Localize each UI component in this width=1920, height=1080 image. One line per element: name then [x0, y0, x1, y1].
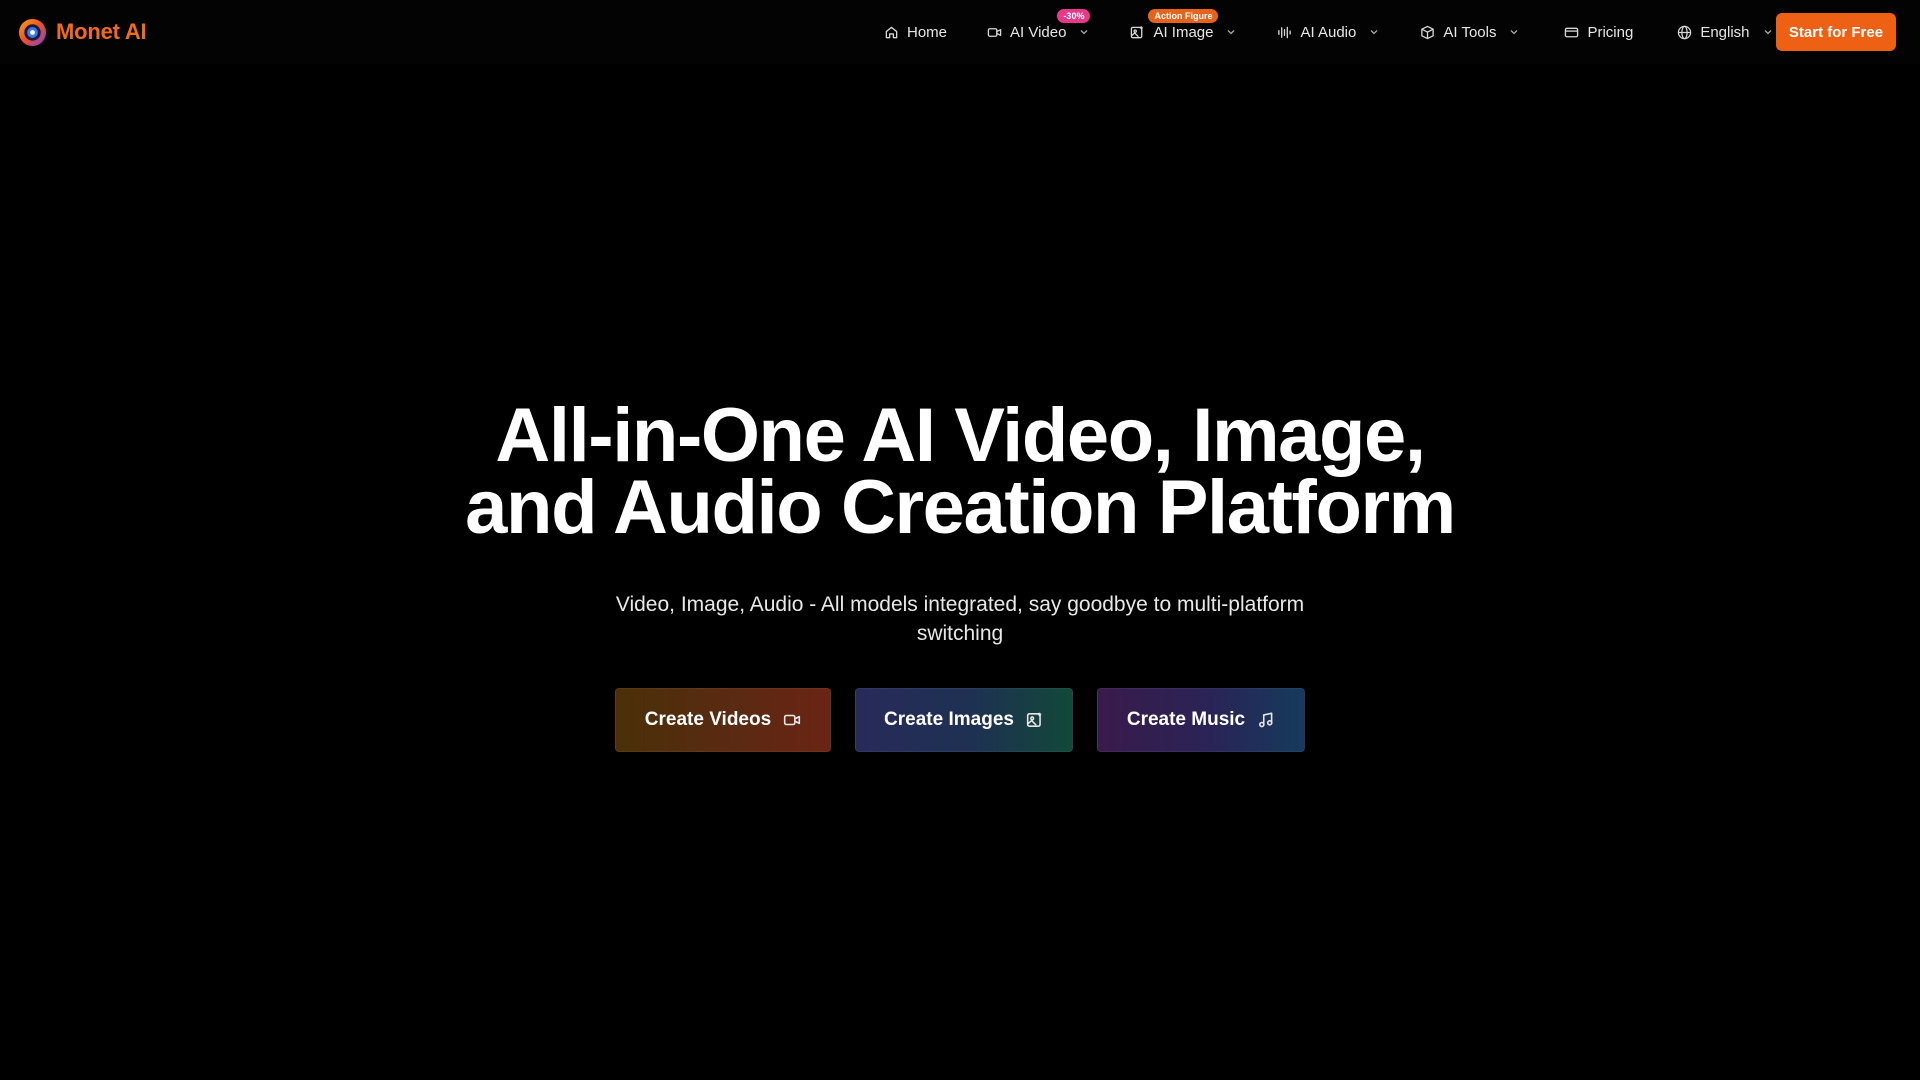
nav-ai-audio-label: AI Audio: [1300, 23, 1357, 41]
image-edit-icon: [1026, 711, 1044, 729]
top-navigation-bar: Monet AI Home -30% AI Video Action Figur…: [0, 0, 1920, 64]
create-videos-label: Create Videos: [644, 709, 772, 730]
nav-ai-image[interactable]: Action Figure AI Image: [1126, 9, 1241, 50]
cube-icon: [1420, 25, 1435, 40]
chevron-down-icon: [1368, 26, 1380, 38]
brand-name: Monet AI: [56, 19, 147, 44]
chevron-down-icon: [1225, 26, 1237, 38]
nav-home[interactable]: Home: [880, 14, 951, 50]
image-edit-icon: [1130, 25, 1145, 40]
nav-ai-audio[interactable]: AI Audio: [1273, 14, 1384, 50]
start-for-free-button[interactable]: Start for Free: [1776, 13, 1896, 51]
hero-title-line-2: and Audio Creation Platform: [465, 465, 1456, 550]
nav-ai-video[interactable]: -30% AI Video: [983, 9, 1094, 50]
nav-ai-tools-label: AI Tools: [1443, 23, 1497, 41]
create-images-label: Create Images: [884, 709, 1014, 730]
language-label: English: [1700, 23, 1750, 41]
nav-pricing[interactable]: Pricing: [1560, 14, 1637, 50]
nav-ai-image-label: AI Image: [1153, 23, 1214, 41]
chevron-down-icon: [1762, 26, 1774, 38]
action-figure-badge: Action Figure: [1148, 9, 1219, 23]
language-selector[interactable]: English: [1673, 14, 1777, 50]
video-camera-icon: [987, 25, 1002, 40]
discount-badge: -30%: [1057, 9, 1091, 23]
monet-logo-icon: [18, 18, 47, 46]
brand-logo-link[interactable]: Monet AI: [18, 14, 147, 50]
hero-section: All-in-One AI Video, Image, and Audio Cr…: [0, 398, 1920, 648]
music-note-icon: [1257, 711, 1275, 729]
main-nav: Home -30% AI Video Action Figure AI Imag…: [880, 9, 1778, 50]
nav-pricing-label: Pricing: [1587, 23, 1634, 41]
nav-ai-video-label: AI Video: [1010, 23, 1067, 41]
nav-ai-tools[interactable]: AI Tools: [1416, 14, 1524, 50]
create-music-label: Create Music: [1126, 709, 1246, 730]
home-icon: [884, 25, 899, 40]
credit-card-icon: [1564, 25, 1579, 40]
create-images-button[interactable]: Create Images: [855, 688, 1073, 752]
chevron-down-icon: [1508, 26, 1520, 38]
video-camera-icon: [783, 711, 801, 729]
create-music-button[interactable]: Create Music: [1097, 688, 1305, 752]
globe-icon: [1677, 25, 1692, 40]
nav-home-label: Home: [907, 23, 948, 41]
chevron-down-icon: [1078, 26, 1090, 38]
hero-title: All-in-One AI Video, Image, and Audio Cr…: [0, 398, 1920, 546]
hero-subtitle: Video, Image, Audio - All models integra…: [615, 593, 1305, 645]
audio-waveform-icon: [1277, 25, 1292, 40]
hero-actions: Create Videos Create Images Create Music: [0, 688, 1920, 752]
create-videos-button[interactable]: Create Videos: [615, 688, 831, 752]
